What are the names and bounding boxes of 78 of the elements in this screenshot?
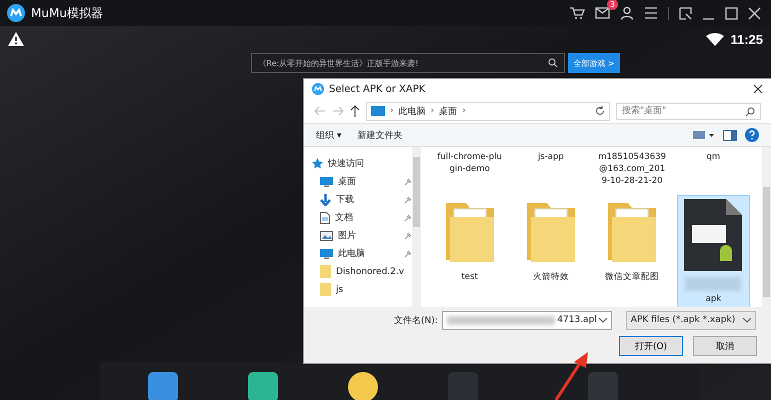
document-icon xyxy=(320,212,330,224)
scrollbar[interactable] xyxy=(762,147,771,307)
clock-time: 11:25 xyxy=(730,32,763,46)
pin-icon[interactable] xyxy=(404,250,412,258)
up-arrow-icon[interactable] xyxy=(350,105,360,117)
pin-icon[interactable] xyxy=(404,232,412,240)
file-label[interactable]: m18510543639 @163.com_201 9-10-28-21-20 xyxy=(598,151,666,195)
file-label[interactable]: test xyxy=(461,271,478,283)
address-bar[interactable]: › 此电脑 › 桌面 › xyxy=(366,102,610,120)
menu-icon[interactable] xyxy=(644,7,658,19)
chevron-down-icon[interactable] xyxy=(598,318,607,322)
file-label[interactable]: 火箭特效 xyxy=(532,271,569,283)
file-label[interactable]: full-chrome-plu gin-demo xyxy=(437,151,502,195)
help-icon[interactable] xyxy=(745,128,759,142)
picture-icon xyxy=(320,230,333,240)
chevron-down-icon[interactable] xyxy=(743,318,751,322)
organize-menu[interactable]: 组织 ▾ xyxy=(312,126,346,144)
cancel-button[interactable]: 取消 xyxy=(693,336,757,356)
filename-field[interactable]: 4713.apl xyxy=(442,310,612,330)
breadcrumb-separator: › xyxy=(462,106,466,116)
search-icon[interactable] xyxy=(745,106,755,116)
warning-icon xyxy=(8,32,24,46)
game-search-field[interactable]: 《Re:从零开始的异世界生活》正版手游来袭! xyxy=(251,53,566,73)
refresh-icon[interactable] xyxy=(595,106,605,116)
sidebar-item[interactable]: 此电脑 xyxy=(312,245,412,262)
breadcrumb-separator: › xyxy=(390,106,394,116)
file-item[interactable]: apk xyxy=(676,195,750,307)
user-icon[interactable] xyxy=(620,6,634,20)
file-label[interactable]: 微信文章配图 xyxy=(605,271,660,283)
preview-pane-icon[interactable] xyxy=(723,130,737,140)
monitor-icon xyxy=(320,248,333,258)
file-label[interactable]: js-app xyxy=(538,151,564,195)
file-item[interactable]: 火箭特效 xyxy=(514,195,588,307)
sidebar-item[interactable]: 文档 xyxy=(312,209,412,226)
download-arrow-icon xyxy=(320,194,331,206)
pin-icon[interactable] xyxy=(404,214,412,222)
file-type-dropdown[interactable]: APK files (*.apk *.xapk) xyxy=(626,310,756,330)
pin-icon[interactable] xyxy=(404,196,412,204)
star-icon xyxy=(312,158,323,169)
maximize-icon[interactable] xyxy=(725,6,738,20)
app-logo-icon xyxy=(7,4,25,22)
all-games-button[interactable]: 全部游戏 > xyxy=(568,53,620,73)
breadcrumb[interactable]: 桌面 xyxy=(439,104,458,118)
open-button[interactable]: 打开(O) xyxy=(619,336,683,356)
blurred-text-block xyxy=(685,277,742,291)
filename-label: 文件名(N): xyxy=(394,314,438,326)
folder-icon xyxy=(320,283,331,296)
monitor-icon xyxy=(320,176,333,186)
sidebar-item[interactable]: Dishonored.2.v xyxy=(312,263,412,280)
sidebar-item[interactable]: 图片 xyxy=(312,227,412,244)
breadcrumb-separator: › xyxy=(430,106,434,116)
sidebar-item[interactable]: 桌面 xyxy=(312,173,412,190)
computer-icon xyxy=(371,106,385,116)
app-logo-icon xyxy=(312,83,324,95)
fullscreen-icon[interactable] xyxy=(679,6,692,20)
pin-icon[interactable] xyxy=(404,178,412,186)
folder-search-field[interactable]: 搜索"桌面" xyxy=(616,102,761,120)
cart-icon[interactable] xyxy=(569,6,585,20)
file-label[interactable]: qm xyxy=(706,151,720,195)
file-item[interactable]: 微信文章配图 xyxy=(596,195,669,307)
mail-icon[interactable] xyxy=(595,7,610,19)
folder-icon xyxy=(320,265,331,278)
sidebar-item[interactable]: 下载 xyxy=(312,191,412,208)
close-icon[interactable] xyxy=(753,84,763,94)
file-item[interactable]: test xyxy=(433,195,506,307)
dialog-title: Select APK or XAPK xyxy=(329,84,426,94)
search-icon[interactable] xyxy=(548,58,558,68)
view-options-icon[interactable] xyxy=(693,130,715,140)
new-folder-button[interactable]: 新建文件夹 xyxy=(353,126,406,144)
app-title: MuMu模拟器 xyxy=(31,4,103,22)
wifi-icon xyxy=(706,32,724,46)
sidebar-item[interactable]: js xyxy=(312,281,412,298)
file-label[interactable]: apk xyxy=(706,293,722,305)
apk-file-icon xyxy=(684,199,742,271)
breadcrumb[interactable]: 此电脑 xyxy=(398,104,426,118)
scrollbar[interactable] xyxy=(412,147,421,307)
sidebar-item[interactable]: 快速访问 xyxy=(312,155,412,172)
notification-badge: 3 xyxy=(606,0,618,10)
